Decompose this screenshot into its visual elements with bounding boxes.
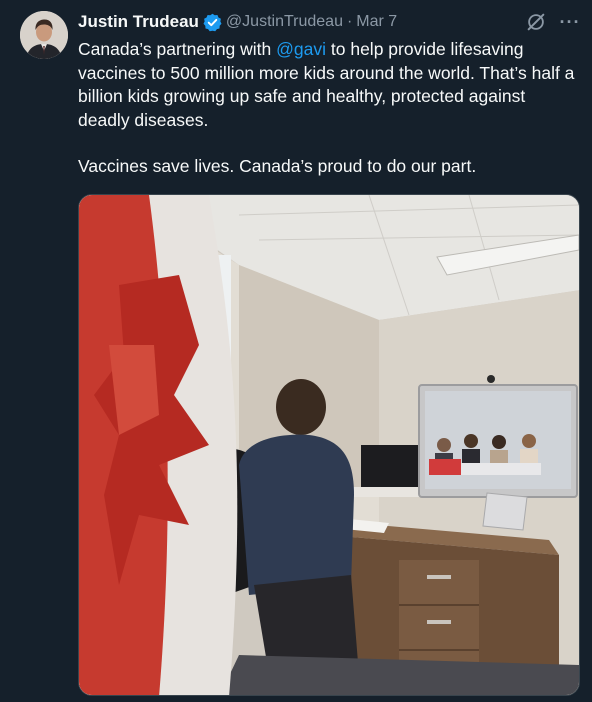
- author-avatar[interactable]: [20, 11, 68, 59]
- verified-badge-icon[interactable]: [203, 13, 222, 32]
- tweet-paragraph-2: Vaccines save lives. Canada’s proud to d…: [78, 156, 477, 176]
- grok-icon[interactable]: [524, 10, 548, 34]
- profile-photo-icon: [20, 11, 68, 59]
- author-name[interactable]: Justin Trudeau: [78, 12, 199, 32]
- office-photo-image: [79, 195, 579, 695]
- mention-link[interactable]: @gavi: [276, 39, 326, 59]
- tweet-paragraph-1: Canada’s partnering with @gavi to help p…: [78, 38, 578, 132]
- tweet-text: Canada’s partnering with @gavi to help p…: [78, 38, 578, 179]
- header-separator: ·: [346, 13, 353, 30]
- tweet-text-segment: Canada’s partnering with: [78, 39, 277, 59]
- tweet-photo[interactable]: [78, 194, 580, 696]
- tweet-card[interactable]: Justin Trudeau @JustinTrudeau · Mar 7 ··…: [0, 0, 592, 702]
- tweet-header: Justin Trudeau @JustinTrudeau · Mar 7: [78, 11, 397, 33]
- more-options-icon[interactable]: ···: [558, 10, 582, 34]
- author-handle[interactable]: @JustinTrudeau: [226, 13, 343, 31]
- tweet-date[interactable]: Mar 7: [356, 13, 397, 31]
